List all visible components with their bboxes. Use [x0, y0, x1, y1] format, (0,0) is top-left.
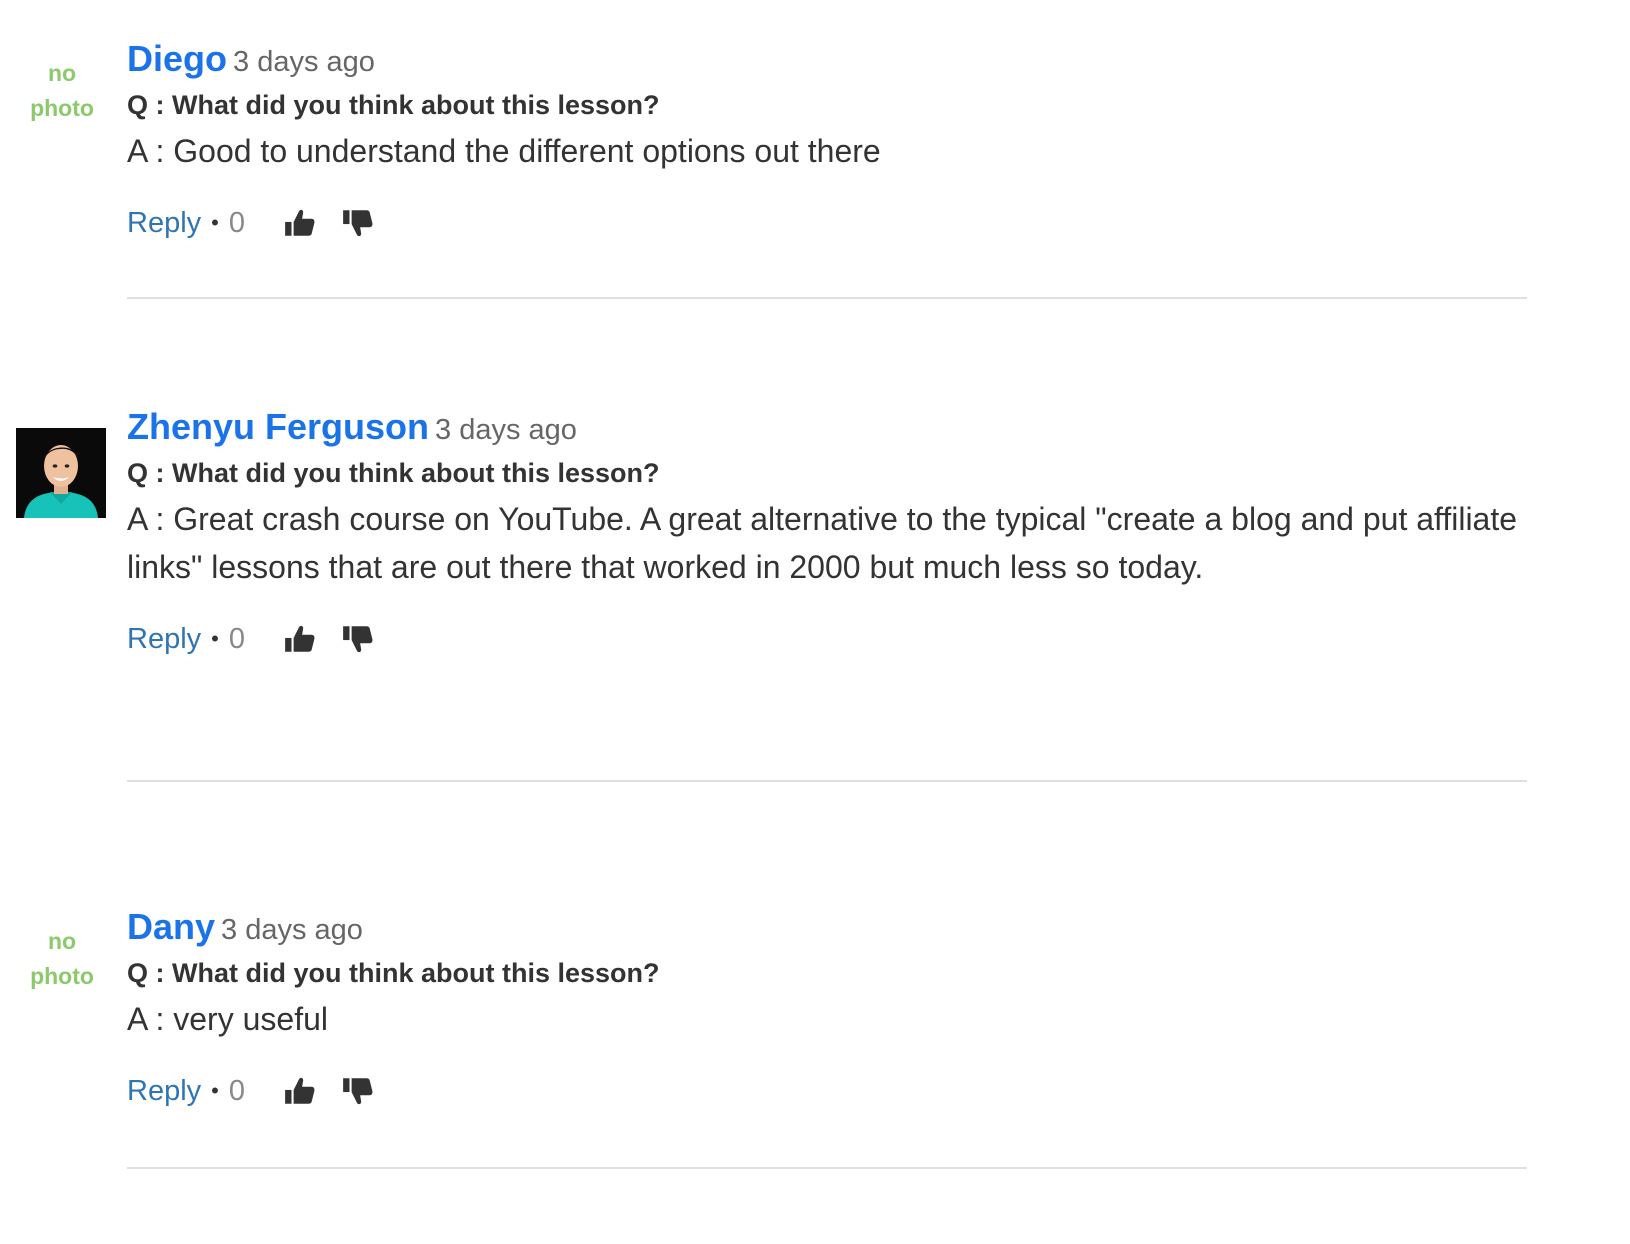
comment-divider [127, 1167, 1527, 1169]
comment-timestamp: 3 days ago [221, 914, 363, 946]
vote-count: 0 [228, 206, 245, 239]
comment-content: Diego 3 days ago Q : What did you think a… [127, 38, 1527, 243]
comment-actions: Reply • 0 [127, 619, 1527, 659]
comment-answer: A : Good to understand the different opt… [127, 133, 881, 169]
separator-dot: • [211, 210, 219, 235]
reply-link[interactable]: Reply [127, 623, 201, 656]
avatar-placeholder-line1: no [47, 928, 77, 954]
reply-link[interactable]: Reply [127, 1075, 201, 1108]
avatar-placeholder-line2: photo [30, 95, 94, 121]
avatar [16, 428, 106, 518]
comment-question: Q : What did you think about this lesson… [127, 90, 660, 120]
comment-author-link[interactable]: Dany [127, 906, 215, 947]
comment-author-link[interactable]: Diego [127, 38, 227, 79]
comment-header: Dany 3 days ago [127, 906, 1527, 948]
reply-link[interactable]: Reply [127, 207, 201, 240]
comment-content: Zhenyu Ferguson 3 days ago Q : What did y… [127, 406, 1527, 659]
comment-timestamp: 3 days ago [233, 46, 375, 78]
comment-actions: Reply • 0 [127, 1071, 1527, 1111]
separator-dot: • [211, 626, 219, 651]
avatar-photo-image [16, 428, 106, 518]
vote-count: 0 [228, 1074, 245, 1107]
thumbs-down-icon[interactable] [341, 1074, 375, 1108]
avatar-placeholder: no photo [14, 924, 110, 994]
avatar-placeholder: no photo [14, 56, 110, 126]
comment-actions: Reply • 0 [127, 203, 1527, 243]
separator-dot: • [211, 1078, 219, 1103]
thumbs-up-icon[interactable] [283, 206, 317, 240]
comment-header: Zhenyu Ferguson 3 days ago [127, 406, 1527, 448]
thumbs-down-icon[interactable] [341, 622, 375, 656]
avatar-placeholder-line1: no [47, 60, 77, 86]
comment-question: Q : What did you think about this lesson… [127, 458, 660, 488]
comment-question: Q : What did you think about this lesson… [127, 958, 660, 988]
comment-content: Dany 3 days ago Q : What did you think ab… [127, 906, 1527, 1111]
comment-header: Diego 3 days ago [127, 38, 1527, 80]
comment-divider [127, 780, 1527, 782]
comment-author-link[interactable]: Zhenyu Ferguson [127, 406, 429, 447]
thumbs-down-icon[interactable] [341, 206, 375, 240]
thumbs-up-icon[interactable] [283, 622, 317, 656]
vote-count: 0 [228, 622, 245, 655]
comment-answer: A : Great crash course on YouTube. A gre… [127, 501, 1518, 585]
comment-answer: A : very useful [127, 1001, 328, 1037]
avatar-placeholder-line2: photo [30, 963, 94, 989]
comment-divider [127, 297, 1527, 299]
thumbs-up-icon[interactable] [283, 1074, 317, 1108]
comment-timestamp: 3 days ago [435, 414, 577, 446]
